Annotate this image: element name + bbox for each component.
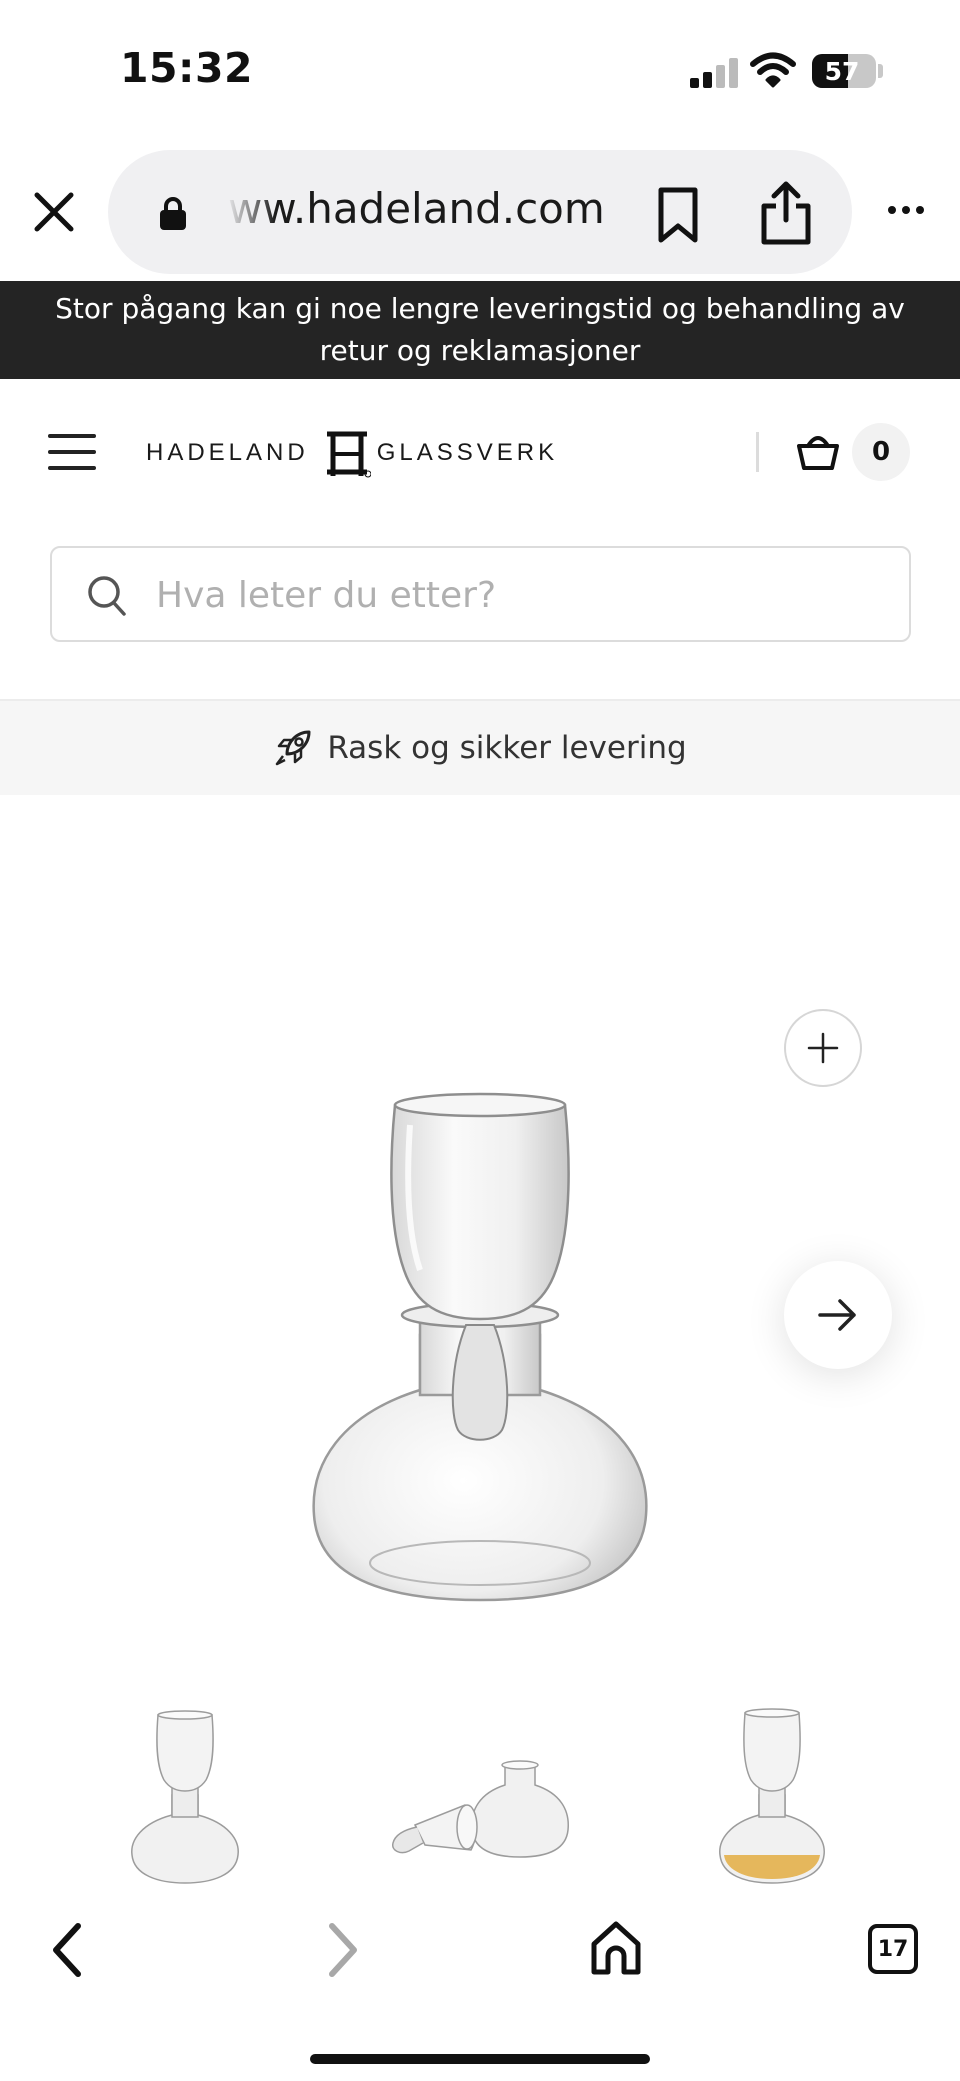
product-gallery — [0, 795, 960, 1890]
site-logo[interactable]: HADELAND GLASSVERK — [146, 428, 558, 478]
cart-count-badge[interactable]: 0 — [852, 423, 910, 481]
close-icon — [34, 192, 74, 232]
wifi-icon — [750, 52, 796, 88]
address-bar[interactable]: ww.hadeland.com — [108, 150, 852, 274]
url-text: ww.hadeland.com — [228, 184, 605, 233]
delivery-banner: Rask og sikker levering — [0, 699, 960, 795]
announcement-line-2: retur og reklamasjoner — [319, 334, 641, 367]
cellular-signal-icon — [690, 58, 738, 88]
product-image-decanter[interactable] — [300, 1085, 660, 1625]
rocket-icon — [276, 730, 311, 766]
thumbnail-strip — [0, 1695, 960, 1890]
announcement-bar: Stor pågang kan gi noe lengre leveringst… — [0, 281, 960, 379]
announcement-line-1: Stor pågang kan gi noe lengre leveringst… — [55, 292, 905, 325]
menu-button[interactable] — [48, 432, 96, 472]
share-icon[interactable] — [758, 180, 814, 246]
more-dot-icon — [902, 206, 910, 214]
arrow-right-icon — [818, 1299, 856, 1331]
delivery-label: Rask og sikker levering — [327, 730, 687, 766]
search-icon — [88, 576, 126, 616]
thumbnail-decanter-apart[interactable] — [375, 1705, 585, 1885]
logo-text-right: GLASSVERK — [376, 439, 559, 466]
close-tab-button[interactable] — [22, 180, 86, 244]
browser-bottom-toolbar: 17 — [0, 1890, 960, 2081]
more-options-button[interactable] — [878, 190, 934, 230]
site-header: HADELAND GLASSVERK 0 — [0, 380, 960, 520]
back-arrow-icon[interactable] — [40, 1920, 96, 1980]
lock-icon — [160, 197, 186, 230]
zoom-button[interactable] — [784, 1009, 862, 1087]
shopping-basket-icon[interactable] — [796, 430, 840, 472]
more-dot-icon — [888, 206, 896, 214]
browser-bar: ww.hadeland.com — [0, 140, 960, 280]
logo-mark-icon — [326, 431, 371, 478]
thumbnail-decanter-front[interactable] — [120, 1705, 250, 1885]
more-dot-icon — [916, 206, 924, 214]
plus-icon — [807, 1032, 839, 1064]
home-icon[interactable] — [588, 1918, 644, 1978]
status-bar: 15:32 57 — [0, 0, 960, 140]
status-time: 15:32 — [120, 44, 254, 92]
thumbnail-decanter-filled[interactable] — [712, 1705, 832, 1885]
battery-level: 57 — [824, 56, 860, 86]
next-image-button[interactable] — [784, 1261, 892, 1369]
battery-cap — [878, 64, 883, 78]
url-fade — [226, 180, 276, 244]
forward-arrow-icon[interactable] — [314, 1920, 370, 1980]
search-box[interactable] — [50, 546, 911, 642]
home-indicator — [310, 2054, 650, 2064]
tabs-button[interactable]: 17 — [868, 1924, 918, 1974]
bookmark-icon[interactable] — [652, 186, 704, 244]
logo-text-left: HADELAND — [146, 439, 309, 466]
header-divider — [756, 432, 759, 472]
search-input[interactable] — [156, 564, 876, 626]
battery-icon: 57 — [812, 54, 876, 88]
